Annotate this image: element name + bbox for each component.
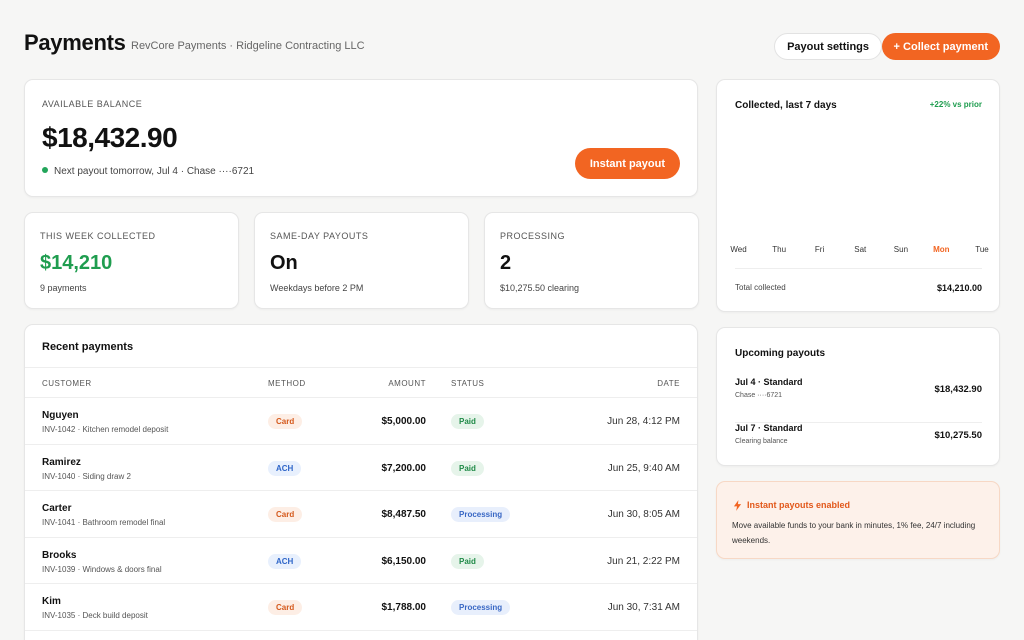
- column-header-status[interactable]: STATUS: [451, 379, 484, 388]
- payments-list: Nguyen INV-1042 · Kitchen remodel deposi…: [25, 398, 697, 631]
- same-day-payouts-card: SAME-DAY PAYOUTS On Weekdays before 2 PM: [254, 212, 469, 309]
- table-row[interactable]: Ramirez INV-1040 · Siding draw 2 ACH $7,…: [25, 445, 697, 492]
- status-badge: Processing: [451, 600, 511, 616]
- page-subtitle: RevCore Payments · Ridgeline Contracting…: [131, 40, 365, 52]
- stat-sub: Weekdays before 2 PM: [270, 283, 364, 293]
- total-collected-label: Total collected: [735, 283, 786, 292]
- table-row[interactable]: Nguyen INV-1042 · Kitchen remodel deposi…: [25, 398, 697, 445]
- customer-name: Ramirez: [42, 456, 81, 468]
- stat-label: THIS WEEK COLLECTED: [40, 231, 156, 241]
- collected-last-7-days-card: Collected, last 7 days +22% vs prior Wed…: [716, 79, 1000, 312]
- table-row[interactable]: Brooks INV-1039 · Windows & doors final …: [25, 538, 697, 585]
- stat-sub: $10,275.50 clearing: [500, 283, 580, 293]
- payment-amount: $6,150.00: [381, 555, 427, 567]
- customer-name: Carter: [42, 503, 72, 515]
- upcoming-title: Upcoming payouts: [735, 348, 826, 359]
- day-label: Sat: [854, 245, 867, 254]
- bolt-icon: [733, 500, 742, 511]
- table-header: CUSTOMER METHOD AMOUNT STATUS DATE: [25, 367, 697, 398]
- total-collected-value: $14,210.00: [936, 283, 982, 293]
- collected-delta: +22% vs prior: [929, 100, 982, 109]
- payment-amount: $5,000.00: [381, 416, 427, 427]
- available-balance-card: AVAILABLE BALANCE $18,432.90 Next payout…: [24, 79, 698, 197]
- day-axis: Wed Thu Fri Sat Sun Mon Tue: [730, 245, 988, 257]
- status-badge: Paid: [451, 553, 484, 569]
- status-badge: Paid: [451, 414, 484, 429]
- recent-payments-title: Recent payments: [42, 341, 134, 353]
- payout-item[interactable]: Jul 4 · Standard Chase ····6721 $18,432.…: [735, 377, 982, 423]
- stat-value: $14,210: [40, 252, 113, 274]
- page-title: Payments: [24, 30, 126, 55]
- payment-date: Jun 25, 9:40 AM: [607, 462, 680, 474]
- stat-label: PROCESSING: [500, 231, 566, 241]
- payout-item[interactable]: Jul 7 · Standard Clearing balance $10,27…: [735, 423, 982, 469]
- balance-amount: $18,432.90: [42, 122, 178, 153]
- instant-payout-button[interactable]: Instant payout: [574, 148, 680, 179]
- balance-label: AVAILABLE BALANCE: [42, 99, 143, 109]
- payment-date: Jun 30, 7:31 AM: [607, 602, 680, 614]
- day-label: Sun: [893, 245, 909, 254]
- table-row[interactable]: Carter INV-1041 · Bathroom remodel final…: [25, 491, 697, 538]
- status-dot-icon: [42, 167, 48, 173]
- column-header-customer[interactable]: CUSTOMER: [42, 379, 92, 388]
- payout-sub: Clearing balance: [735, 438, 788, 445]
- day-label-active: Mon: [933, 245, 950, 254]
- payout-settings-button[interactable]: Payout settings: [774, 33, 882, 60]
- payout-amount: $10,275.50: [934, 430, 982, 441]
- stat-label: SAME-DAY PAYOUTS: [270, 231, 369, 241]
- day-label: Thu: [772, 245, 787, 254]
- customer-name: Kim: [42, 596, 61, 608]
- customer-name: Nguyen: [42, 410, 79, 421]
- invoice-description: INV-1039 · Windows & doors final: [42, 564, 162, 574]
- method-badge: Card: [268, 414, 303, 429]
- payment-amount: $7,200.00: [381, 462, 427, 474]
- payout-amount: $18,432.90: [934, 384, 982, 395]
- next-payout-info: Next payout tomorrow, Jul 4 · Chase ····…: [42, 166, 254, 177]
- payment-date: Jun 28, 4:12 PM: [607, 416, 680, 427]
- payout-sub: Chase ····6721: [735, 392, 783, 399]
- column-header-date[interactable]: DATE: [657, 379, 680, 388]
- notice-body: Move available funds to your bank in min…: [732, 521, 976, 545]
- method-badge: ACH: [268, 460, 302, 476]
- page-header: Payments RevCore Payments · Ridgeline Co…: [24, 30, 1000, 62]
- invoice-description: INV-1035 · Deck build deposit: [42, 611, 148, 621]
- collect-payment-button[interactable]: + Collect payment: [881, 33, 1000, 60]
- payment-amount: $1,788.00: [381, 602, 427, 614]
- customer-name: Brooks: [42, 549, 77, 561]
- this-week-collected-card: THIS WEEK COLLECTED $14,210 9 payments: [24, 212, 239, 309]
- notice-title: Instant payouts enabled: [747, 500, 851, 510]
- day-label: Fri: [814, 245, 825, 254]
- processing-card: PROCESSING 2 $10,275.50 clearing: [484, 212, 699, 309]
- stat-value: 2: [500, 252, 512, 274]
- status-badge: Paid: [451, 460, 484, 476]
- recent-payments-card: Recent payments CUSTOMER METHOD AMOUNT S…: [24, 324, 698, 640]
- instant-payouts-notice: Instant payouts enabled Move available f…: [716, 481, 1000, 559]
- payment-amount: $8,487.50: [381, 509, 427, 521]
- payout-heading: Jul 7 · Standard: [735, 423, 803, 433]
- payment-date: Jun 30, 8:05 AM: [607, 509, 680, 521]
- day-label: Tue: [975, 245, 989, 254]
- payment-date: Jun 21, 2:22 PM: [607, 555, 680, 567]
- column-header-amount[interactable]: AMOUNT: [388, 379, 426, 388]
- status-badge: Processing: [451, 507, 511, 523]
- upcoming-payouts-card: Upcoming payouts Jul 4 · Standard Chase …: [716, 327, 1000, 466]
- invoice-description: INV-1041 · Bathroom remodel final: [42, 518, 166, 528]
- method-badge: Card: [268, 600, 303, 616]
- table-row[interactable]: Kim INV-1035 · Deck build deposit Card $…: [25, 584, 697, 631]
- stat-sub: 9 payments: [40, 283, 87, 293]
- collected-title: Collected, last 7 days: [735, 100, 837, 111]
- divider: [735, 268, 982, 269]
- method-badge: ACH: [268, 553, 302, 569]
- day-label: Wed: [730, 245, 747, 254]
- next-payout-text: Next payout tomorrow, Jul 4 · Chase ····…: [54, 166, 255, 177]
- method-badge: Card: [268, 507, 303, 523]
- payout-heading: Jul 4 · Standard: [735, 377, 803, 387]
- invoice-description: INV-1040 · Siding draw 2: [42, 471, 131, 481]
- column-header-method[interactable]: METHOD: [268, 379, 306, 388]
- invoice-description: INV-1042 · Kitchen remodel deposit: [42, 425, 169, 434]
- stat-value: On: [270, 252, 298, 274]
